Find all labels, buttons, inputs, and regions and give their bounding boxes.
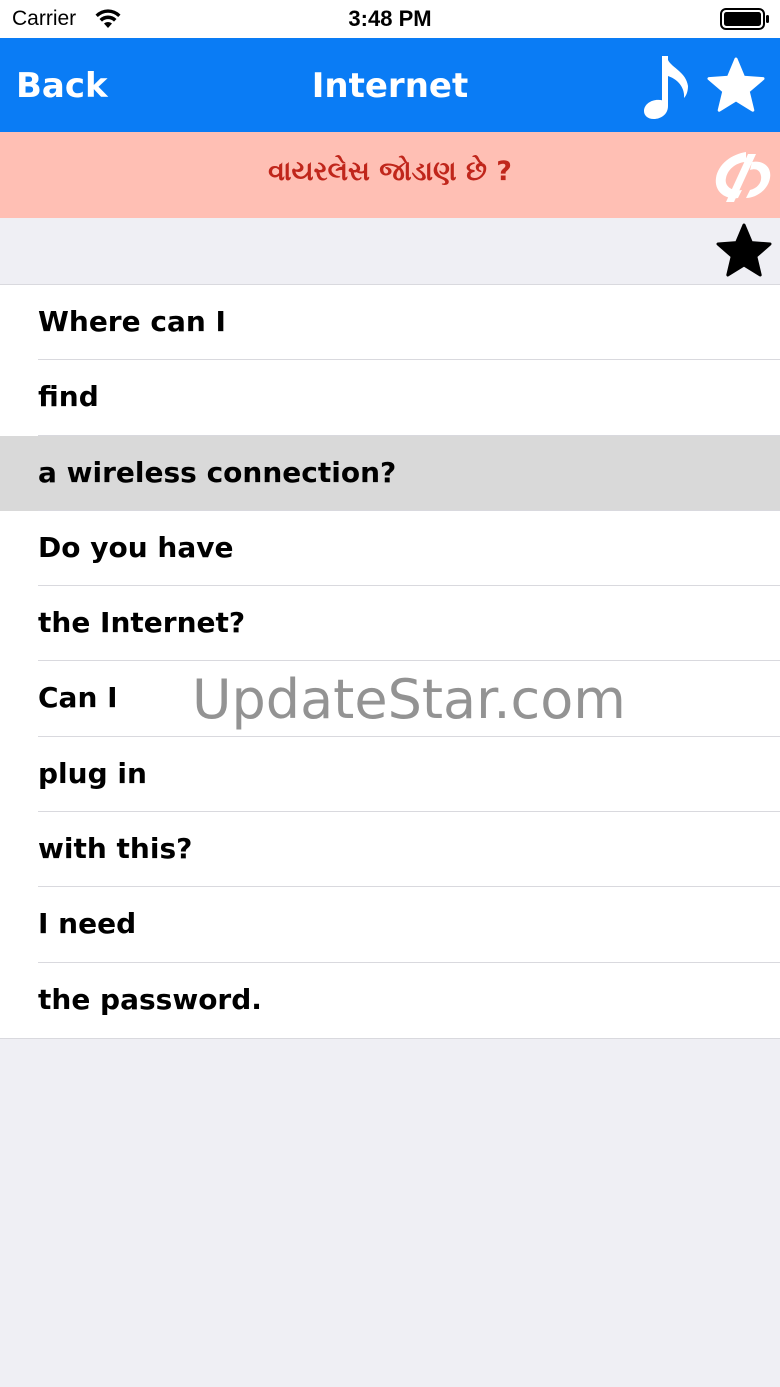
status-bar: Carrier 3:48 PM	[0, 0, 780, 38]
list-item[interactable]: I need	[0, 887, 780, 963]
app-logo-icon[interactable]	[712, 148, 774, 204]
translation-text: વાયરલેસ જોડાણ છે ?	[268, 156, 512, 187]
list-item-label: I need	[38, 907, 137, 941]
music-note-icon[interactable]	[642, 52, 696, 120]
translation-banner: વાયરલેસ જોડાણ છે ?	[0, 132, 780, 218]
list-item-label: Do you have	[38, 530, 234, 564]
list-item-label: the Internet?	[38, 606, 246, 640]
back-button[interactable]: Back	[16, 66, 108, 106]
list-item-label: a wireless connection?	[38, 455, 397, 489]
list-item[interactable]: plug in	[0, 736, 780, 813]
list-item[interactable]: the password.	[0, 962, 780, 1038]
list-item-label: find	[38, 380, 99, 414]
list-item[interactable]: a wireless connection?	[0, 435, 780, 511]
navigation-bar: Back Internet	[0, 38, 780, 132]
list-item-label: the password.	[38, 982, 262, 1016]
list-item[interactable]: the Internet?	[0, 586, 780, 662]
phrase-list: Where can I find a wireless connection? Do …	[0, 284, 780, 1039]
favorite-strip	[0, 218, 780, 284]
battery-icon	[720, 8, 769, 30]
list-item-label: with this?	[38, 832, 193, 866]
list-item[interactable]: Do you have	[0, 510, 780, 587]
status-time: 3:48 PM	[348, 6, 432, 31]
watermark: UpdateStar.com	[192, 668, 626, 731]
list-item[interactable]: Where can I	[0, 285, 780, 361]
list-item-label: plug in	[38, 756, 147, 790]
list-item-label: Where can I	[38, 305, 226, 338]
list-item[interactable]: with this?	[0, 812, 780, 888]
list-item-label: Can I	[38, 681, 118, 715]
star-icon[interactable]	[714, 222, 774, 280]
star-icon[interactable]	[706, 56, 766, 116]
list-item[interactable]: find	[0, 360, 780, 436]
